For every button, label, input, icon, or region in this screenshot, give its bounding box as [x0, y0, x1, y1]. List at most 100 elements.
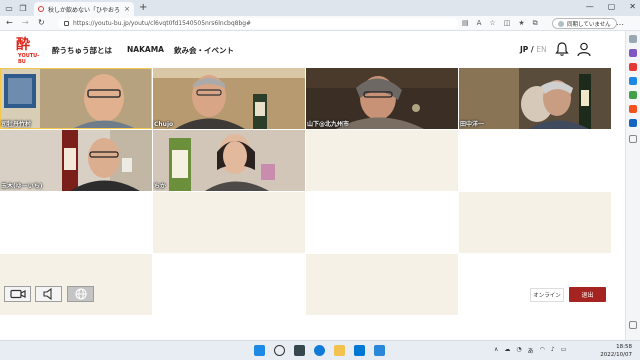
sync-profile-button[interactable]: 同期していません [552, 18, 617, 29]
minimize-icon[interactable]: — [586, 2, 594, 11]
read-aloud-icon[interactable]: A [477, 19, 482, 28]
split-screen-icon[interactable]: ◫ [504, 19, 511, 28]
tray-overflow-icon[interactable]: ∧ [494, 346, 498, 355]
sidebar-search-icon[interactable] [629, 35, 637, 43]
empty-tile [306, 254, 458, 315]
clock-time: 18:58 [616, 344, 632, 350]
speaker-icon [42, 288, 52, 300]
participant-tile[interactable]: ちか [153, 130, 305, 191]
store-icon[interactable] [354, 345, 365, 356]
empty-tile [459, 192, 611, 253]
sidebar-games-icon[interactable] [629, 91, 637, 99]
url-field[interactable]: https://youtu-bu.jp/youtu/cl6vqt0fd15405… [58, 18, 458, 29]
video-grid: 司牡丹竹村 Chujo 山下@北九州市 田中洋一 玉木(ゆーいち) ちか [0, 68, 611, 315]
lock-icon [64, 21, 69, 26]
collections-icon[interactable]: ⧉ [533, 19, 538, 28]
browser-tab-active[interactable]: 秋しか飲めない「ひやおろし」を… × [34, 2, 134, 16]
online-status-badge: オンライン [530, 288, 564, 302]
empty-tile [306, 192, 458, 253]
sidebar-shopping-icon[interactable] [629, 63, 637, 71]
network-icon[interactable]: ◔ [516, 346, 521, 355]
browser-menu-icon[interactable]: … [616, 18, 624, 27]
edge-taskbar-icon[interactable] [314, 345, 325, 356]
sidebar-tools-icon[interactable] [629, 77, 637, 85]
workspaces-icon[interactable]: ❒ [18, 3, 28, 13]
back-icon[interactable]: ← [6, 18, 13, 27]
wifi-icon[interactable]: ◠ [540, 346, 545, 355]
tab-actions-icon[interactable]: ▭ [4, 3, 14, 13]
empty-tile [153, 254, 305, 315]
windows-taskbar: ∧ ☁ ◔ あ ◠ ♪ ▭ 18:58 2022/10/07 [0, 340, 640, 360]
tab-favicon-icon [38, 6, 44, 12]
leave-button[interactable]: 退出 [569, 287, 606, 302]
empty-tile [0, 254, 152, 315]
battery-icon[interactable]: ▭ [561, 346, 567, 355]
mail-icon[interactable] [374, 345, 385, 356]
address-bar-row: ← → ↻ https://youtu-bu.jp/youtu/cl6vqt0f… [0, 16, 640, 31]
participant-tile[interactable]: 山下@北九州市 [306, 68, 458, 129]
notification-bell-icon[interactable] [554, 41, 570, 57]
empty-tile [459, 254, 611, 315]
participant-tile[interactable]: 司牡丹竹村 [0, 68, 152, 129]
sidebar-settings-icon[interactable] [629, 321, 637, 329]
sidebar-office-icon[interactable] [629, 105, 637, 113]
video-camera-icon [9, 289, 26, 299]
close-window-icon[interactable]: ✕ [629, 2, 636, 11]
url-text: https://youtu-bu.jp/youtu/cl6vqt0fd15405… [73, 20, 252, 27]
participant-name: 田中洋一 [460, 121, 485, 128]
task-view-icon[interactable] [294, 345, 305, 356]
file-explorer-icon[interactable] [334, 345, 345, 356]
participant-name: 玉木(ゆーいち) [1, 183, 43, 190]
maximize-icon[interactable]: ▢ [608, 2, 616, 11]
weather-icon[interactable]: ☁ [504, 346, 510, 355]
empty-tile [153, 192, 305, 253]
new-tab-button[interactable]: + [139, 3, 147, 13]
nav-events[interactable]: 飲み会・イベント [174, 45, 234, 56]
participant-video [153, 68, 305, 129]
sync-label: 同期していません [567, 21, 611, 28]
lang-en[interactable]: EN [536, 45, 546, 54]
participant-name: 山下@北九州市 [307, 121, 350, 128]
logo-mark: 酔 [16, 37, 30, 53]
window-controls: — ▢ ✕ [586, 2, 636, 11]
taskbar-clock[interactable]: 18:58 2022/10/07 [588, 343, 632, 359]
empty-tile [0, 192, 152, 253]
nav-about[interactable]: 酔うちゅう部とは [52, 45, 112, 56]
language-switch: JP / EN [520, 45, 547, 54]
participant-video [153, 130, 305, 191]
participant-tile[interactable]: 田中洋一 [459, 68, 611, 129]
refresh-icon[interactable]: ↻ [38, 18, 45, 27]
user-account-icon[interactable] [576, 41, 592, 57]
clock-date: 2022/10/07 [600, 352, 632, 358]
reader-icon[interactable]: ▤ [462, 19, 469, 28]
ime-indicator[interactable]: あ [528, 346, 534, 355]
participant-name: 司牡丹竹村 [1, 121, 32, 128]
favorite-star-icon[interactable]: ☆ [489, 19, 495, 28]
site-logo[interactable]: 酔 YOUTU-BU [16, 37, 42, 65]
toolbar-icons: ▤ A ☆ ◫ ★ ⧉ [462, 19, 538, 28]
taskbar-search-icon[interactable] [274, 345, 285, 356]
audio-toggle-button[interactable] [35, 286, 62, 302]
start-menu-icon[interactable] [254, 345, 265, 356]
sidebar-outlook-icon[interactable] [629, 119, 637, 127]
volume-icon[interactable]: ♪ [551, 346, 555, 355]
system-tray: ∧ ☁ ◔ あ ◠ ♪ ▭ [494, 346, 566, 355]
participant-name: Chujo [154, 121, 174, 128]
tab-close-icon[interactable]: × [124, 5, 130, 13]
browser-tab-strip: ▭ ❒ 秋しか飲めない「ひやおろし」を… × + — ▢ ✕ [0, 0, 640, 16]
favorites-icon[interactable]: ★ [518, 19, 524, 28]
tab-title: 秋しか飲めない「ひやおろし」を… [48, 6, 121, 14]
nav-nakama[interactable]: NAKAMA [127, 45, 164, 54]
empty-tile [306, 130, 458, 191]
sidebar-add-icon[interactable] [629, 135, 637, 143]
camera-toggle-button[interactable] [4, 286, 31, 302]
edge-sidebar [625, 31, 640, 340]
profile-avatar-icon [558, 20, 564, 27]
language-globe-button[interactable] [67, 286, 94, 302]
forward-icon[interactable]: → [22, 18, 29, 27]
globe-icon [74, 288, 87, 300]
logo-sub: YOUTU-BU [18, 53, 40, 65]
participant-tile[interactable]: 玉木(ゆーいち) [0, 130, 152, 191]
sidebar-discover-icon[interactable] [629, 49, 637, 57]
participant-tile[interactable]: Chujo [153, 68, 305, 129]
